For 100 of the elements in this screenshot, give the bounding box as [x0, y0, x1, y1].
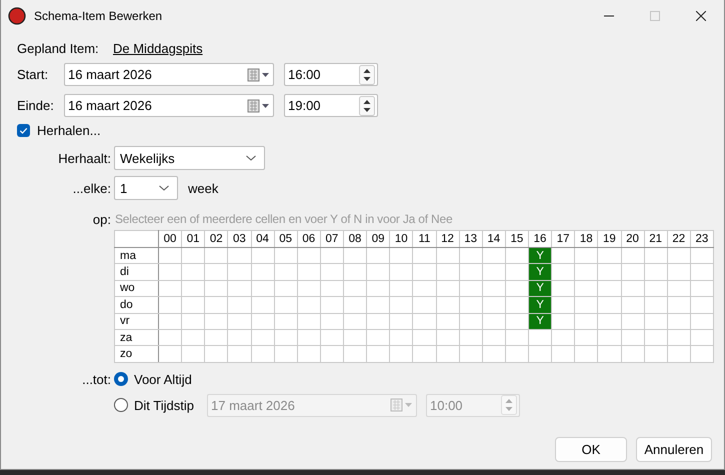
close-icon[interactable]	[696, 11, 706, 21]
grid-cell[interactable]	[366, 248, 390, 264]
grid-cell[interactable]	[459, 296, 482, 314]
grid-cell[interactable]	[459, 346, 482, 362]
grid-cell[interactable]	[182, 264, 205, 280]
grid-cell[interactable]	[644, 329, 668, 346]
grid-cell[interactable]	[667, 280, 690, 297]
grid-cell[interactable]	[459, 329, 482, 346]
grid-cell[interactable]	[436, 248, 460, 264]
grid-cell[interactable]	[251, 248, 274, 264]
grid-cell[interactable]	[204, 280, 228, 297]
grid-cell[interactable]	[598, 313, 621, 330]
grid-cell[interactable]	[228, 264, 251, 280]
grid-cell[interactable]	[344, 346, 367, 362]
time-field[interactable]: 16:00	[284, 63, 378, 86]
grid-cell[interactable]: Y	[528, 313, 552, 330]
grid-cell[interactable]	[459, 248, 482, 264]
grid-cell[interactable]	[574, 248, 598, 264]
grid-cell[interactable]	[297, 313, 320, 330]
grid-cell[interactable]	[598, 248, 621, 264]
grid-cell[interactable]	[390, 313, 413, 330]
grid-cell[interactable]	[690, 313, 714, 330]
grid-cell[interactable]	[598, 264, 621, 280]
grid-cell[interactable]	[621, 264, 644, 280]
schedule-grid[interactable]: 00 01 02 03 04 05 06 07 08 09 10 11 12 13 14 15 16 17 18 19 20 21 22 23 ma Y di Y wo Y do Y vr Y za zo	[114, 230, 714, 363]
grid-cell[interactable]	[390, 280, 413, 297]
grid-cell[interactable]	[574, 280, 598, 297]
grid-cell[interactable]	[320, 313, 344, 330]
grid-cell[interactable]	[251, 264, 274, 280]
grid-cell[interactable]	[182, 329, 205, 346]
grid-cell[interactable]	[204, 346, 228, 362]
grid-cell[interactable]	[158, 346, 182, 362]
grid-cell[interactable]	[436, 296, 460, 314]
grid-cell[interactable]	[459, 313, 482, 330]
grid-cell[interactable]	[552, 313, 575, 330]
grid-cell[interactable]	[158, 264, 182, 280]
grid-cell[interactable]	[320, 329, 344, 346]
grid-cell[interactable]	[667, 329, 690, 346]
grid-cell[interactable]	[412, 296, 436, 314]
grid-cell[interactable]	[320, 346, 344, 362]
grid-cell[interactable]	[621, 346, 644, 362]
grid-cell[interactable]	[598, 329, 621, 346]
time-field[interactable]: 19:00	[284, 94, 378, 117]
grid-cell[interactable]	[228, 280, 251, 297]
grid-cell[interactable]	[598, 296, 621, 314]
grid-cell[interactable]	[552, 346, 575, 362]
grid-cell[interactable]	[459, 280, 482, 297]
grid-cell[interactable]	[621, 296, 644, 314]
grid-cell[interactable]	[297, 329, 320, 346]
calendar-icon[interactable]	[247, 98, 271, 112]
grid-cell[interactable]	[574, 264, 598, 280]
grid-cell[interactable]	[228, 313, 251, 330]
grid-cell[interactable]	[274, 313, 298, 330]
grid-cell[interactable]	[690, 280, 714, 297]
grid-cell[interactable]	[690, 248, 714, 264]
grid-cell[interactable]	[644, 296, 668, 314]
grid-cell[interactable]	[412, 264, 436, 280]
grid-cell[interactable]	[644, 264, 668, 280]
grid-cell[interactable]	[690, 346, 714, 362]
grid-cell[interactable]	[228, 248, 251, 264]
grid-cell[interactable]	[366, 264, 390, 280]
grid-cell[interactable]	[274, 264, 298, 280]
grid-cell[interactable]	[344, 329, 367, 346]
grid-cell[interactable]	[228, 296, 251, 314]
grid-cell[interactable]	[344, 248, 367, 264]
radio-label[interactable]: Voor Altijd	[134, 372, 192, 386]
grid-cell[interactable]	[182, 248, 205, 264]
grid-cell[interactable]	[644, 346, 668, 362]
grid-cell[interactable]	[297, 346, 320, 362]
grid-cell[interactable]	[552, 280, 575, 297]
grid-cell[interactable]	[574, 296, 598, 314]
grid-cell[interactable]	[690, 296, 714, 314]
grid-cell[interactable]: Y	[528, 280, 552, 297]
chevron-down-icon[interactable]	[245, 154, 257, 162]
grid-cell[interactable]	[366, 346, 390, 362]
grid-cell[interactable]	[204, 264, 228, 280]
grid-cell[interactable]	[621, 248, 644, 264]
grid-cell[interactable]	[390, 346, 413, 362]
grid-cell[interactable]	[644, 248, 668, 264]
grid-cell[interactable]	[390, 264, 413, 280]
grid-cell[interactable]	[574, 346, 598, 362]
date-field[interactable]: 16 maart 2026	[64, 94, 274, 117]
grid-cell[interactable]	[644, 280, 668, 297]
grid-cell[interactable]	[482, 248, 506, 264]
grid-cell[interactable]	[251, 329, 274, 346]
checkbox-label[interactable]: Herhalen...	[37, 123, 101, 138]
grid-cell[interactable]	[528, 346, 552, 362]
grid-cell[interactable]	[552, 264, 575, 280]
grid-cell[interactable]	[552, 329, 575, 346]
grid-cell[interactable]	[366, 296, 390, 314]
grid-cell[interactable]	[204, 313, 228, 330]
grid-cell[interactable]	[366, 313, 390, 330]
grid-cell[interactable]	[644, 313, 668, 330]
grid-cell[interactable]	[390, 296, 413, 314]
grid-cell[interactable]	[574, 329, 598, 346]
grid-cell[interactable]	[482, 313, 506, 330]
grid-cell[interactable]	[482, 264, 506, 280]
spinner-icon[interactable]	[359, 64, 375, 84]
grid-cell[interactable]	[574, 313, 598, 330]
grid-cell[interactable]	[690, 264, 714, 280]
